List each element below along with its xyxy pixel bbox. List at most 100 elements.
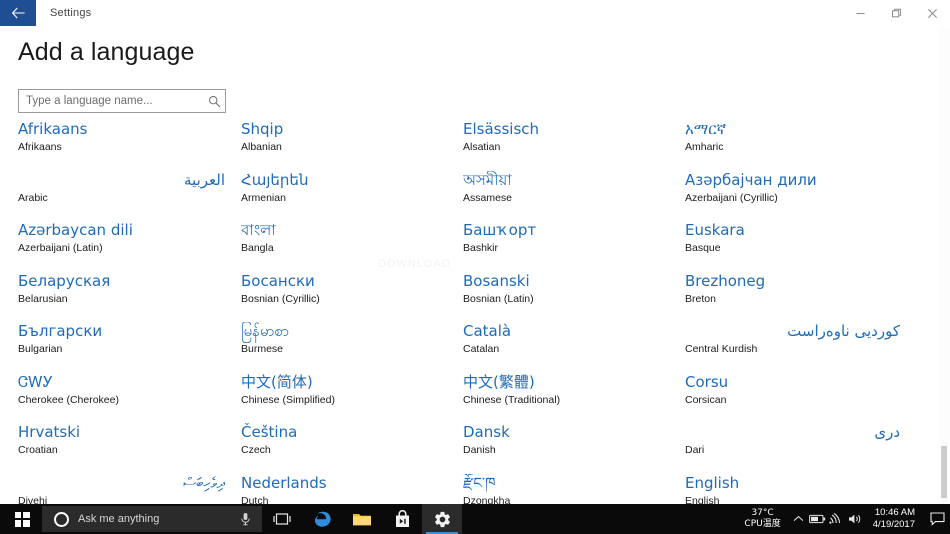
cortana-placeholder: Ask me anything (78, 513, 160, 525)
language-english-name: Breton (685, 292, 716, 305)
settings-button[interactable] (422, 504, 462, 534)
settings-window: Settings Add a language Type a language … (0, 0, 950, 534)
language-item[interactable]: Dansk Danish (463, 423, 675, 474)
file-explorer-button[interactable] (342, 504, 382, 534)
language-item[interactable]: Azərbaycan dili Azerbaijani (Latin) (18, 221, 225, 272)
language-native-name: Afrikaans (18, 120, 88, 138)
language-native-name: Bosanski (463, 271, 530, 290)
language-item[interactable]: বাংলা Bangla (241, 221, 450, 272)
language-item[interactable]: دری Dari (685, 423, 900, 474)
language-item[interactable]: Азәрбајчан дили Azerbaijani (Cyrillic) (685, 171, 900, 222)
language-english-name: Divehi (18, 494, 48, 505)
language-item[interactable]: རྫོང་ཁ Dzongkha (463, 474, 675, 505)
back-button[interactable] (0, 0, 36, 26)
language-item[interactable]: Bosanski Bosnian (Latin) (463, 272, 675, 323)
cpu-temperature-indicator[interactable]: 37°C CPU温度 (736, 508, 788, 530)
language-item[interactable]: العربية Arabic (18, 171, 225, 222)
language-native-name: Dansk (463, 423, 510, 441)
taskbar: Ask me anything 37°C CPU温度 10:46 AM 4/19… (0, 504, 950, 534)
language-native-name: Shqip (241, 120, 284, 138)
language-item[interactable]: 中文(繁體) Chinese (Traditional) (463, 373, 675, 424)
language-item[interactable]: Čeština Czech (241, 423, 450, 474)
language-english-name: Afrikaans (18, 141, 62, 153)
language-item[interactable]: Hrvatski Croatian (18, 423, 225, 474)
store-button[interactable] (382, 504, 422, 534)
language-item[interactable]: ᏣᎳᎩ Cherokee (Cherokee) (18, 373, 225, 424)
language-item[interactable]: Հայերեն Armenian (241, 171, 450, 222)
language-item[interactable]: Català Catalan (463, 322, 675, 373)
language-item[interactable]: Беларуская Belarusian (18, 272, 225, 323)
language-native-name: ދިވެހިބަސް (182, 473, 225, 492)
language-english-name: Armenian (241, 191, 286, 204)
minimize-button[interactable] (842, 0, 878, 26)
close-button[interactable] (914, 0, 950, 26)
language-native-name: Euskara (685, 221, 745, 239)
language-search-box[interactable] (18, 89, 226, 113)
language-english-name: Azerbaijani (Latin) (18, 242, 103, 254)
language-native-name: Čeština (241, 423, 298, 441)
language-item[interactable]: 中文(简体) Chinese (Simplified) (241, 373, 450, 424)
clock[interactable]: 10:46 AM 4/19/2017 (865, 507, 924, 531)
language-native-name: Български (18, 322, 103, 340)
cpu-temp-value: 37°C (751, 508, 774, 518)
search-icon[interactable] (203, 95, 225, 108)
language-english-name: Arabic (18, 191, 48, 204)
language-native-name: বাংলা (241, 221, 276, 239)
battery-icon[interactable] (808, 504, 827, 534)
language-english-name: Bosnian (Latin) (463, 292, 534, 305)
language-native-name: Corsu (685, 372, 729, 391)
titlebar-spacer (91, 0, 842, 26)
chevron-up-icon[interactable] (789, 504, 808, 534)
search-input[interactable] (19, 95, 203, 107)
language-native-name: Босански (241, 271, 315, 290)
wifi-icon[interactable] (827, 504, 846, 534)
language-item[interactable]: Български Bulgarian (18, 322, 225, 373)
language-item[interactable]: Босански Bosnian (Cyrillic) (241, 272, 450, 323)
language-native-name: Azərbaycan dili (18, 221, 133, 239)
microphone-icon[interactable] (240, 512, 251, 526)
language-item[interactable]: Nederlands Dutch (241, 474, 450, 505)
language-english-name: Dzongkha (463, 494, 511, 505)
language-item[interactable]: Башҡорт Bashkir (463, 221, 675, 272)
language-item[interactable]: မြန်မာစာ Burmese (241, 322, 450, 373)
cortana-search-box[interactable]: Ask me anything (42, 506, 262, 532)
action-center-icon[interactable] (924, 504, 950, 534)
edge-button[interactable] (302, 504, 342, 534)
language-native-name: العربية (184, 170, 225, 189)
language-english-name: Croatian (18, 444, 58, 456)
scrollbar-thumb[interactable] (941, 446, 947, 498)
language-item[interactable]: ދިވެހިބަސް Divehi (18, 474, 225, 505)
language-item[interactable]: Shqip Albanian (241, 120, 450, 171)
language-native-name: རྫོང་ཁ (463, 473, 496, 492)
language-native-name: 中文(简体) (241, 372, 313, 391)
window-title: Settings (50, 7, 92, 19)
start-button[interactable] (0, 504, 44, 534)
language-native-name: English (685, 473, 740, 492)
language-item[interactable]: Elsässisch Alsatian (463, 120, 675, 171)
language-item[interactable]: অসমীয়া Assamese (463, 171, 675, 222)
task-view-button[interactable] (262, 504, 302, 534)
language-column-4: አማርኛ Amharic Азәрбајчан дили Azerbaijani (… (675, 120, 900, 504)
language-native-name: Brezhoneg (685, 271, 766, 290)
restore-button[interactable] (878, 0, 914, 26)
language-item[interactable]: Corsu Corsican (685, 373, 900, 424)
language-native-name: Hrvatski (18, 423, 81, 441)
page-title: Add a language (18, 38, 195, 66)
vertical-scrollbar[interactable] (938, 26, 950, 504)
language-english-name: Azerbaijani (Cyrillic) (685, 191, 778, 204)
language-native-name: 中文(繁體) (463, 372, 535, 391)
volume-icon[interactable] (846, 504, 865, 534)
language-native-name: ᏣᎳᎩ (18, 372, 54, 391)
language-item[interactable]: Brezhoneg Breton (685, 272, 900, 323)
system-tray: 37°C CPU温度 10:46 AM 4/19/2017 (736, 504, 950, 534)
language-item[interactable]: አማርኛ Amharic (685, 120, 900, 171)
language-english-name: Cherokee (Cherokee) (18, 393, 119, 406)
language-item[interactable]: Afrikaans Afrikaans (18, 120, 225, 171)
language-item[interactable]: کوردیی ناوەراست Central Kurdish (685, 322, 900, 373)
language-native-name: অসমীয়া (463, 170, 512, 189)
language-native-name: Беларуская (18, 271, 111, 290)
language-english-name: Bangla (241, 242, 274, 254)
language-item[interactable]: Euskara Basque (685, 221, 900, 272)
language-item[interactable]: English English (685, 474, 900, 505)
language-english-name: Basque (685, 242, 721, 254)
